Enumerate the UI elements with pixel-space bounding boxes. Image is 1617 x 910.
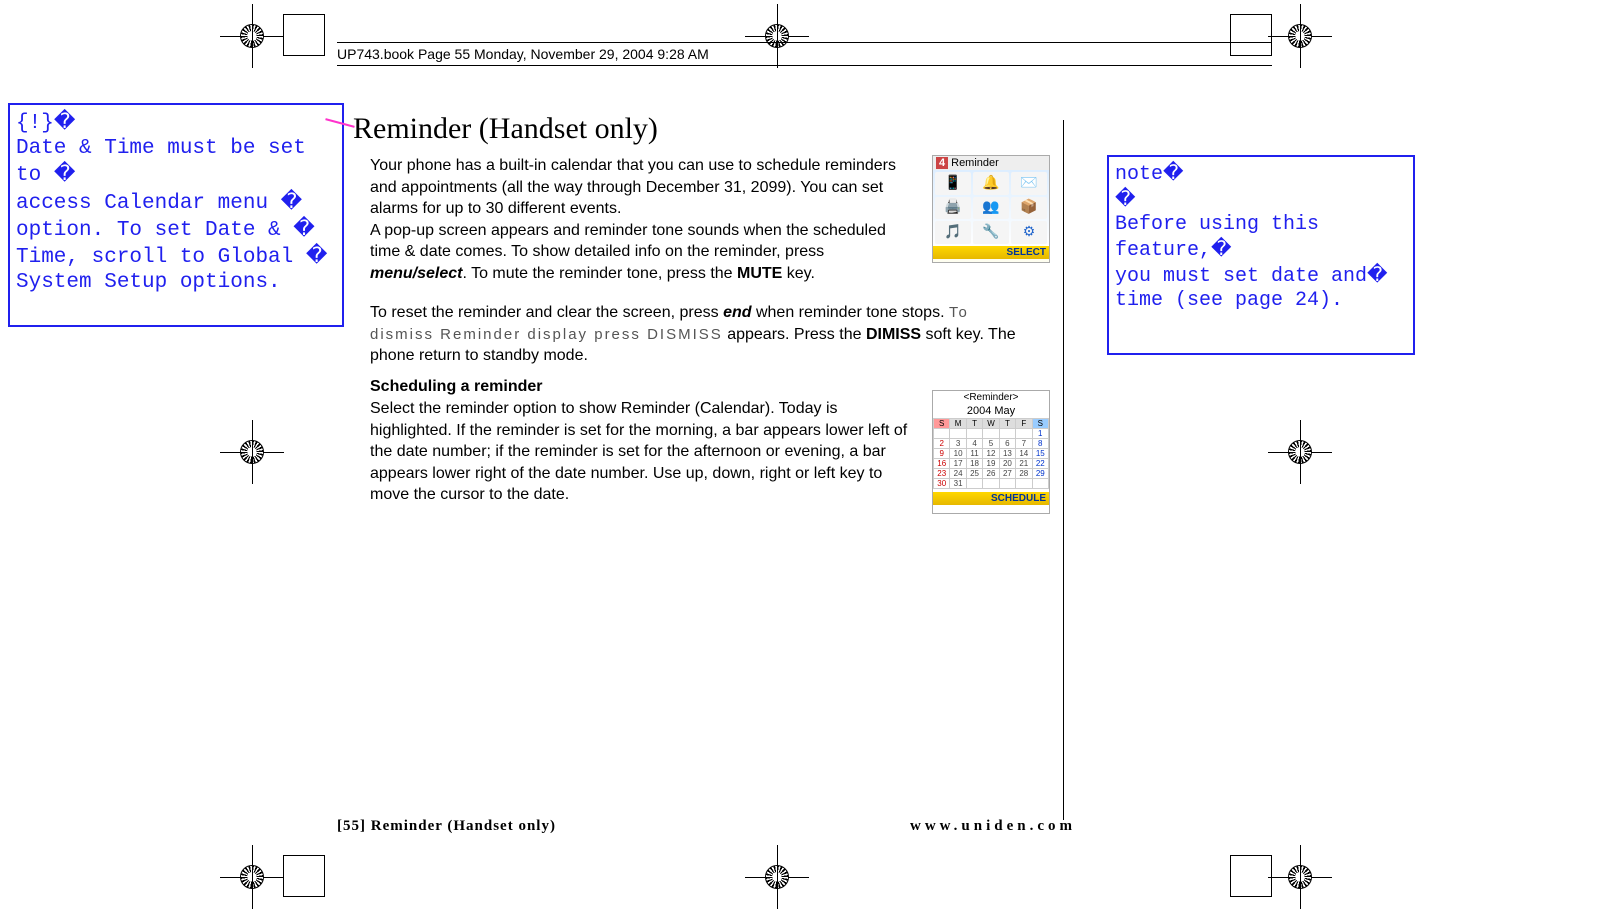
menu-icon: 👥 [973,197,1009,220]
annotation-left: {!}� Date & Time must be set to � access… [8,103,344,327]
crop-box [1230,855,1272,897]
crop-mark [1288,865,1312,889]
annot-line: {!} [16,112,54,135]
menu-icon: 🔔 [973,172,1009,195]
crop-mark [240,440,264,464]
annot-line: time (see page 24). [1115,289,1343,312]
paragraph-scheduling: Select the reminder option to show Remin… [370,398,920,506]
crop-mark [765,865,789,889]
crop-box [283,14,325,56]
crop-box [283,855,325,897]
crop-mark [240,24,264,48]
menu-icon: ⚙ [1011,221,1047,244]
crop-mark [1288,24,1312,48]
page-title: Reminder (Handset only) [353,112,658,146]
lcd-screenshot-calendar: <Reminder> 2004 May S M T W T F S 1 2345… [932,390,1050,514]
calendar-grid: S M T W T F S 1 2345678 9101112131415 16… [933,418,1049,489]
crop-mark [1288,440,1312,464]
annot-line: option. To set Date & [16,219,293,242]
lcd-screenshot-menu: 4Reminder 📱 🔔 ✉️ 🖨️ 👥 📦 🎵 🔧 ⚙ SELECT [932,155,1050,263]
page-header: UP743.book Page 55 Monday, November 29, … [337,42,1272,66]
footer-page-title: [55] Reminder (Handset only) [337,818,556,835]
softkey-select: SELECT [933,246,1049,259]
crop-mark [240,865,264,889]
vertical-divider [1063,120,1064,820]
menu-icon: 🖨️ [935,197,971,220]
footer-url: www.uniden.com [910,818,1076,835]
annot-line: note [1115,163,1163,186]
annot-line: access Calendar menu [16,192,281,215]
annot-line: you must set date and [1115,265,1367,288]
menu-icon: ✉️ [1011,172,1047,195]
softkey-schedule: SCHEDULE [933,492,1049,505]
annotation-right: note� � Before using this feature,� you … [1107,155,1415,355]
menu-icon: 📱 [935,172,971,195]
menu-icon: 🔧 [973,221,1009,244]
subheading-scheduling: Scheduling a reminder [370,378,542,396]
menu-icon: 📦 [1011,197,1047,220]
menu-icon: 🎵 [935,221,971,244]
annot-line: Time, scroll to Global [16,246,306,269]
annot-line: System Setup options. [16,271,281,294]
paragraph-intro: Your phone has a built-in calendar that … [370,155,920,285]
paragraph-reset: To reset the reminder and clear the scre… [370,302,1020,367]
